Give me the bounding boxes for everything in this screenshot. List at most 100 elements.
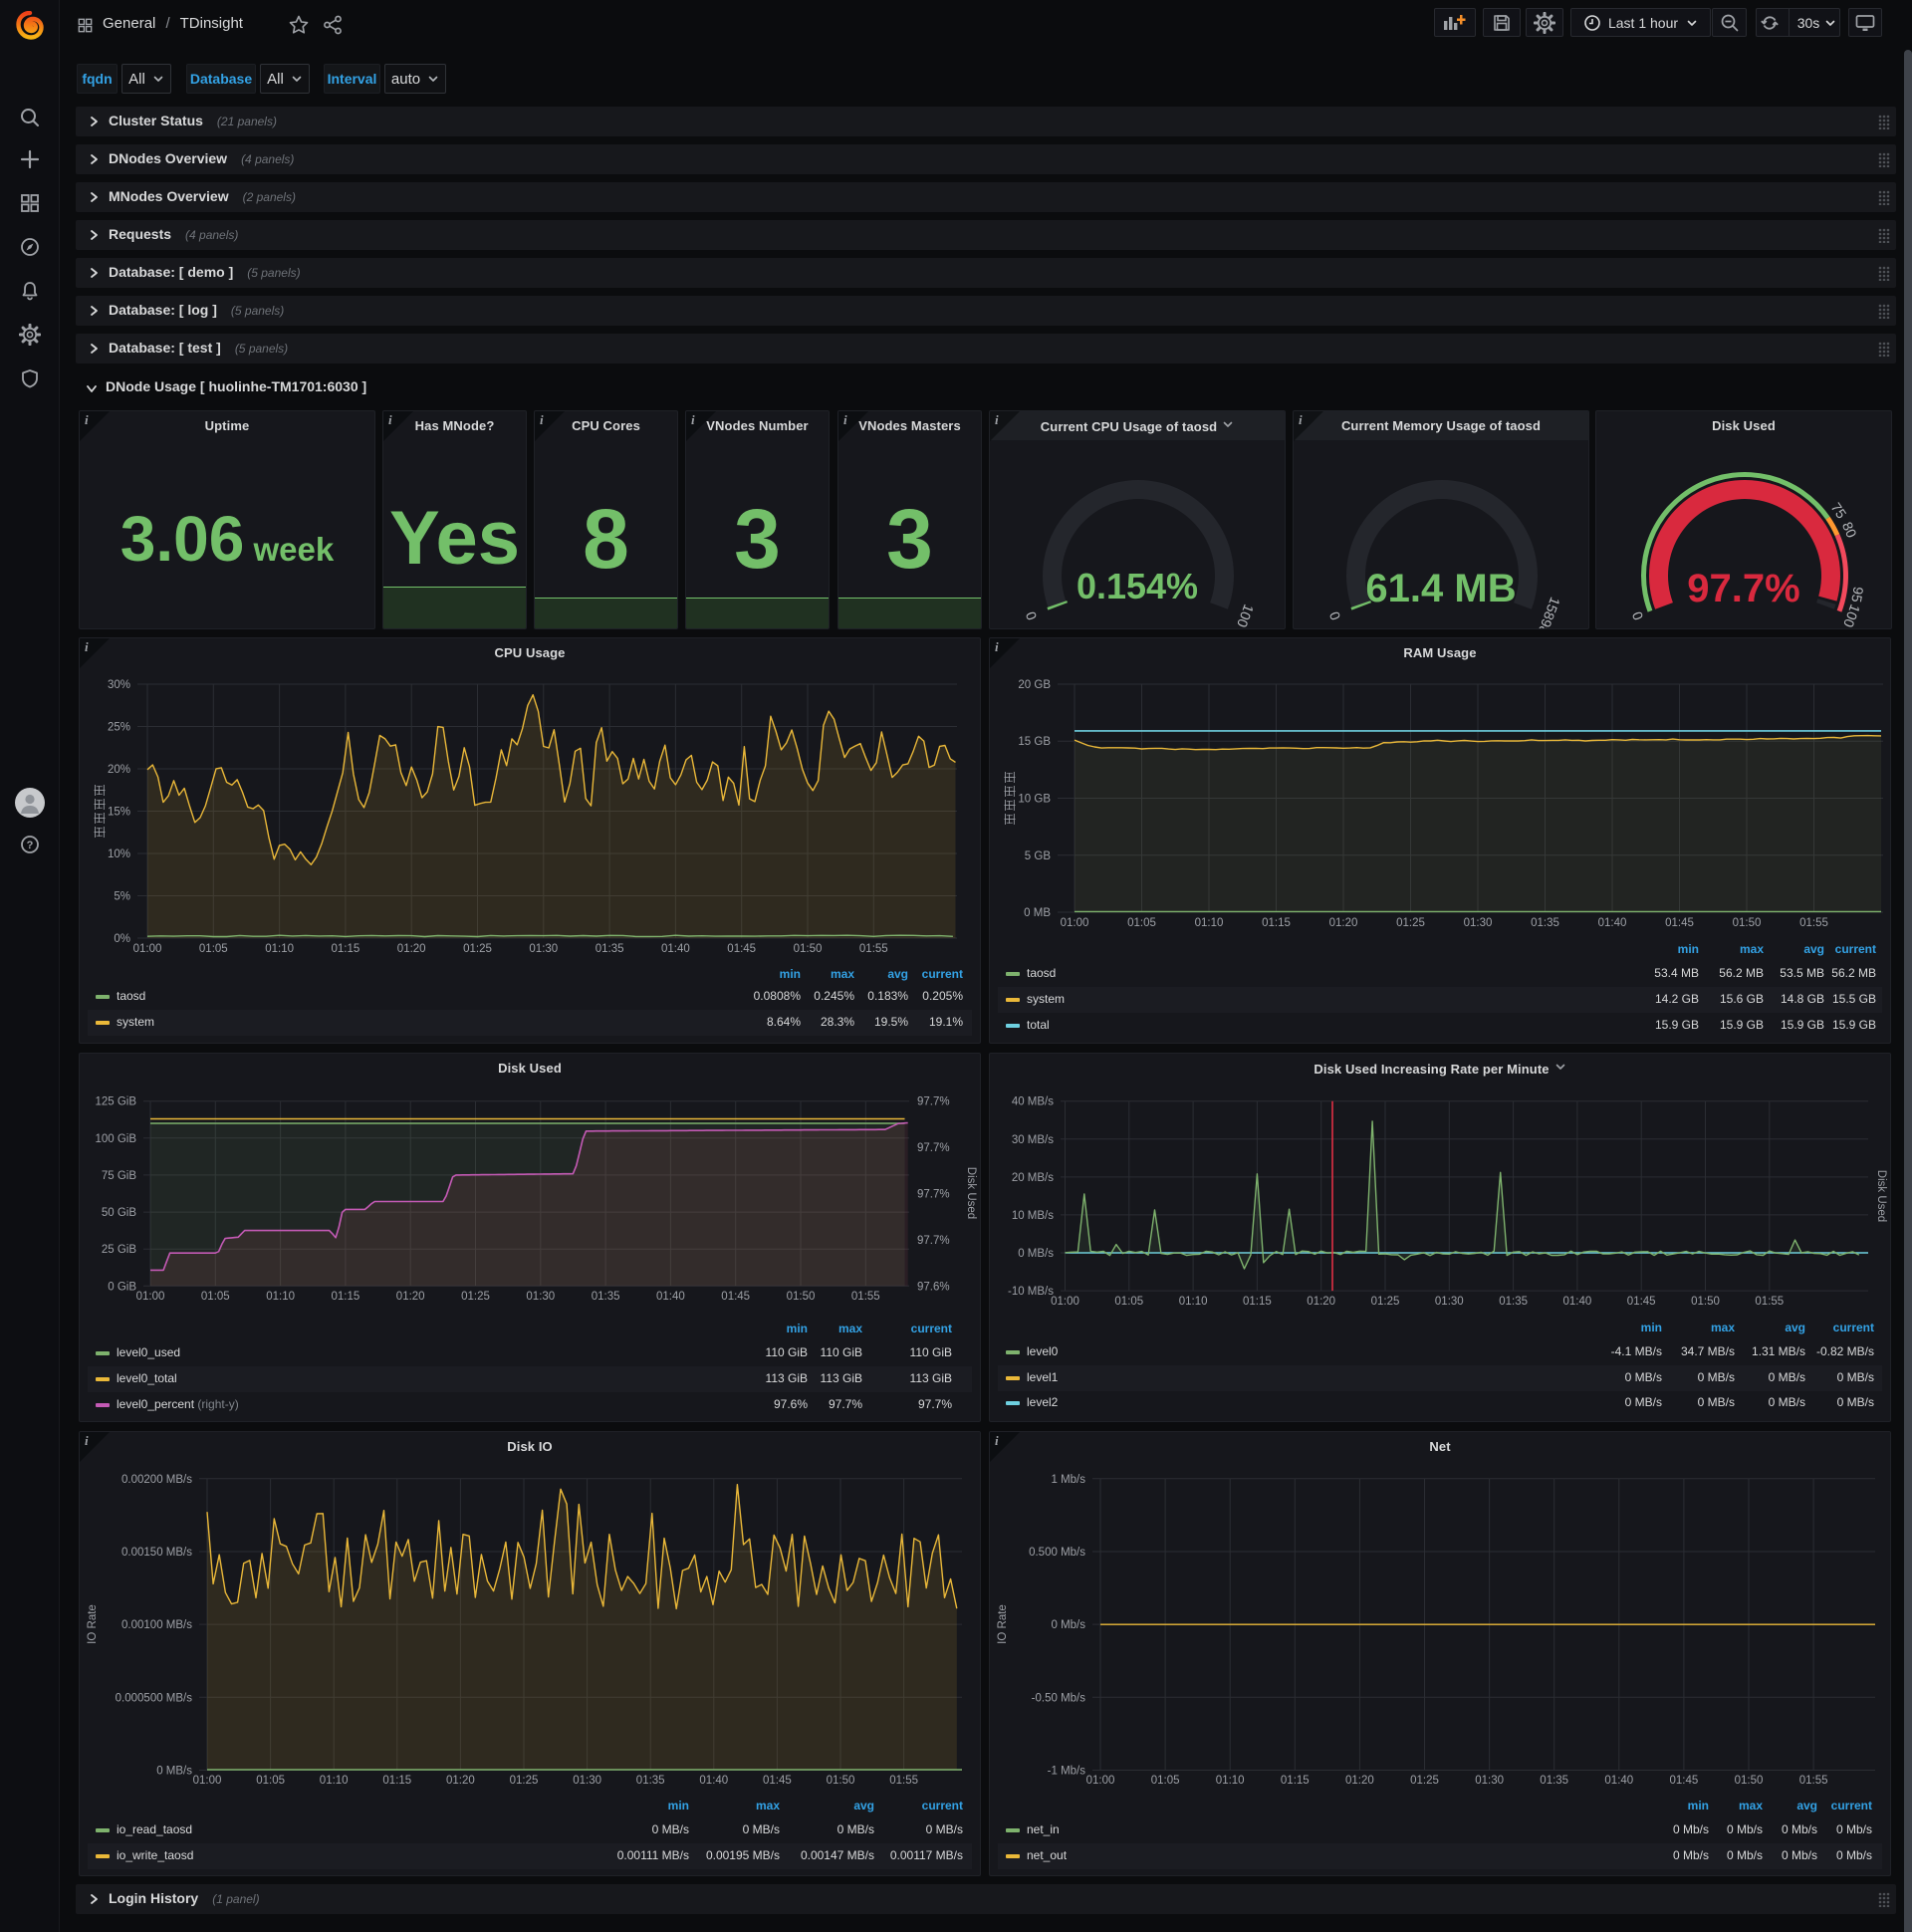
svg-text:01:55: 01:55 xyxy=(1799,917,1828,929)
svg-text:01:50: 01:50 xyxy=(1735,1775,1764,1787)
svg-text:01:25: 01:25 xyxy=(510,1775,539,1787)
svg-text:10%: 10% xyxy=(108,848,130,860)
svg-text:01:15: 01:15 xyxy=(382,1775,411,1787)
svg-text:01:55: 01:55 xyxy=(851,1291,880,1303)
svg-text:20%: 20% xyxy=(108,764,130,776)
svg-text:01:40: 01:40 xyxy=(1563,1296,1592,1308)
svg-text:0.000500 MB/s: 0.000500 MB/s xyxy=(116,1692,193,1704)
svg-text:01:15: 01:15 xyxy=(332,943,360,955)
svg-text:?: ? xyxy=(27,840,34,851)
svg-text:01:20: 01:20 xyxy=(446,1775,475,1787)
svg-text:01:00: 01:00 xyxy=(1051,1296,1079,1308)
svg-text:01:55: 01:55 xyxy=(1799,1775,1828,1787)
svg-text:01:00: 01:00 xyxy=(193,1775,222,1787)
svg-text:01:45: 01:45 xyxy=(1670,1775,1699,1787)
svg-text:0 MB/s: 0 MB/s xyxy=(156,1766,192,1778)
svg-text:01:30: 01:30 xyxy=(529,943,558,955)
svg-text:01:50: 01:50 xyxy=(827,1775,855,1787)
svg-text:0: 0 xyxy=(1628,609,1646,622)
svg-text:01:20: 01:20 xyxy=(397,943,426,955)
svg-text:125 GiB: 125 GiB xyxy=(95,1096,136,1108)
svg-text:01:50: 01:50 xyxy=(794,943,823,955)
svg-text:01:50: 01:50 xyxy=(787,1291,816,1303)
svg-text:01:30: 01:30 xyxy=(1475,1775,1504,1787)
svg-text:97.7%: 97.7% xyxy=(917,1235,950,1247)
svg-text:30 MB/s: 30 MB/s xyxy=(1012,1134,1054,1146)
svg-text:01:45: 01:45 xyxy=(763,1775,792,1787)
svg-text:01:30: 01:30 xyxy=(1464,917,1493,929)
svg-text:01:55: 01:55 xyxy=(1755,1296,1784,1308)
svg-text:01:10: 01:10 xyxy=(1216,1775,1245,1787)
svg-text:10 GB: 10 GB xyxy=(1018,794,1051,806)
svg-text:01:05: 01:05 xyxy=(199,943,228,955)
svg-text:50 GiB: 50 GiB xyxy=(102,1207,136,1219)
svg-text:01:55: 01:55 xyxy=(859,943,888,955)
svg-text:01:45: 01:45 xyxy=(727,943,756,955)
svg-text:01:10: 01:10 xyxy=(320,1775,349,1787)
svg-text:10 MB/s: 10 MB/s xyxy=(1012,1210,1054,1222)
svg-text:20 MB/s: 20 MB/s xyxy=(1012,1172,1054,1184)
svg-text:100: 100 xyxy=(1234,603,1257,629)
svg-text:97.7%: 97.7% xyxy=(917,1142,950,1154)
svg-text:5 GB: 5 GB xyxy=(1025,850,1052,862)
svg-text:01:20: 01:20 xyxy=(396,1291,425,1303)
svg-text:01:10: 01:10 xyxy=(266,1291,295,1303)
svg-text:01:15: 01:15 xyxy=(1262,917,1291,929)
svg-text:01:00: 01:00 xyxy=(133,943,162,955)
svg-text:01:10: 01:10 xyxy=(1195,917,1224,929)
svg-text:01:05: 01:05 xyxy=(1114,1296,1143,1308)
svg-text:01:25: 01:25 xyxy=(461,1291,490,1303)
svg-text:30%: 30% xyxy=(108,679,130,691)
svg-text:15 GB: 15 GB xyxy=(1018,736,1051,748)
svg-text:0.00200 MB/s: 0.00200 MB/s xyxy=(121,1474,192,1486)
svg-text:15%: 15% xyxy=(108,807,130,819)
svg-text:Disk Used: Disk Used xyxy=(965,1167,977,1219)
svg-text:-1 Mb/s: -1 Mb/s xyxy=(1048,1766,1086,1778)
svg-text:IO Rate: IO Rate xyxy=(87,1604,99,1644)
svg-text:01:35: 01:35 xyxy=(1531,917,1559,929)
svg-text:01:10: 01:10 xyxy=(265,943,294,955)
svg-text:01:35: 01:35 xyxy=(596,943,624,955)
svg-text:0: 0 xyxy=(1022,609,1040,622)
svg-text:IO Rate: IO Rate xyxy=(997,1604,1009,1644)
svg-text:0.00150 MB/s: 0.00150 MB/s xyxy=(121,1547,192,1559)
svg-text:01:40: 01:40 xyxy=(699,1775,728,1787)
svg-text:-0.50 Mb/s: -0.50 Mb/s xyxy=(1032,1692,1086,1704)
svg-text:01:05: 01:05 xyxy=(201,1291,230,1303)
svg-text:0 Mb/s: 0 Mb/s xyxy=(1051,1619,1085,1631)
svg-text:01:35: 01:35 xyxy=(636,1775,665,1787)
svg-text:01:10: 01:10 xyxy=(1179,1296,1208,1308)
svg-text:01:45: 01:45 xyxy=(1627,1296,1656,1308)
svg-text:01:00: 01:00 xyxy=(1061,917,1089,929)
svg-text:01:15: 01:15 xyxy=(332,1291,360,1303)
svg-text:01:25: 01:25 xyxy=(1396,917,1425,929)
svg-text:97.7%: 97.7% xyxy=(917,1096,950,1108)
svg-text:0%: 0% xyxy=(114,933,130,945)
svg-text:01:35: 01:35 xyxy=(1499,1296,1528,1308)
svg-text:97.7%: 97.7% xyxy=(917,1189,950,1201)
svg-text:5%: 5% xyxy=(114,891,130,903)
svg-text:25 GiB: 25 GiB xyxy=(102,1244,136,1256)
svg-text:01:05: 01:05 xyxy=(1151,1775,1180,1787)
svg-text:01:50: 01:50 xyxy=(1733,917,1762,929)
svg-text:01:15: 01:15 xyxy=(1281,1775,1310,1787)
svg-text:01:50: 01:50 xyxy=(1691,1296,1720,1308)
svg-text:97.6%: 97.6% xyxy=(917,1281,950,1293)
svg-text:01:40: 01:40 xyxy=(656,1291,685,1303)
svg-text:01:05: 01:05 xyxy=(256,1775,285,1787)
svg-text:80: 80 xyxy=(1839,520,1860,541)
svg-text:01:25: 01:25 xyxy=(1410,1775,1439,1787)
svg-text:01:25: 01:25 xyxy=(463,943,492,955)
svg-text:01:45: 01:45 xyxy=(721,1291,750,1303)
svg-text:01:35: 01:35 xyxy=(592,1291,620,1303)
svg-text:01:20: 01:20 xyxy=(1329,917,1358,929)
svg-text:0.00100 MB/s: 0.00100 MB/s xyxy=(121,1619,192,1631)
svg-text:01:00: 01:00 xyxy=(1086,1775,1115,1787)
svg-text:01:25: 01:25 xyxy=(1371,1296,1400,1308)
svg-text:01:20: 01:20 xyxy=(1307,1296,1335,1308)
svg-text:01:30: 01:30 xyxy=(1435,1296,1464,1308)
svg-text:0 GiB: 0 GiB xyxy=(108,1281,136,1293)
svg-text:01:40: 01:40 xyxy=(1598,917,1627,929)
svg-text:0 MB: 0 MB xyxy=(1024,907,1051,919)
svg-text:01:15: 01:15 xyxy=(1243,1296,1272,1308)
